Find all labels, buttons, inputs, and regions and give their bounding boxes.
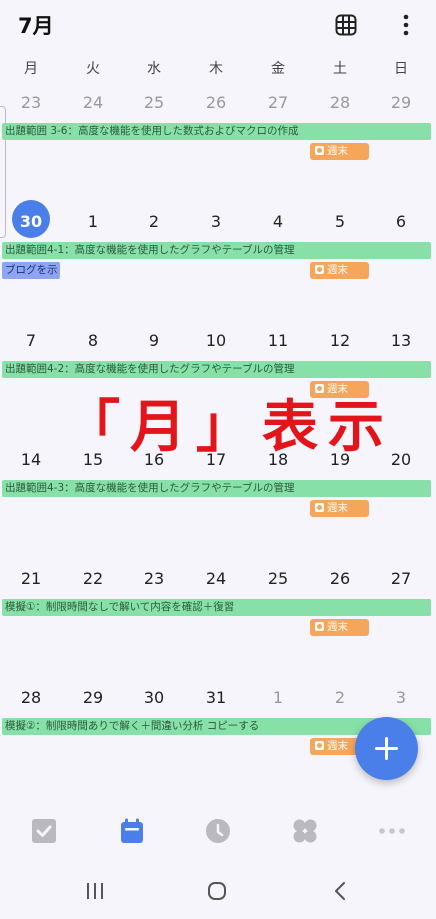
day-cell[interactable]: 2: [320, 686, 360, 710]
day-cell[interactable]: 29: [381, 91, 421, 115]
add-event-button[interactable]: [355, 717, 418, 780]
weekday-label: 火: [86, 61, 100, 77]
day-cell[interactable]: 6: [381, 210, 421, 234]
task-checkbox-icon[interactable]: [30, 817, 58, 845]
event-icon: [315, 741, 324, 750]
day-cell[interactable]: 3: [381, 686, 421, 710]
day-cell[interactable]: 28: [11, 686, 51, 710]
day-cell[interactable]: 25: [134, 91, 174, 115]
event-icon: [315, 622, 324, 631]
week-row: 30 1 2 3 4 5 6 出題範囲4-1：高度な機能を使用したグラフやテーブ…: [0, 200, 436, 329]
day-cell[interactable]: 3: [196, 210, 236, 234]
day-cell[interactable]: 30: [134, 686, 174, 710]
event-bar[interactable]: 出題範囲 3-6：高度な機能を使用した数式およびマクロの作成: [2, 123, 431, 140]
blog-event-chip[interactable]: ブログを示: [2, 262, 60, 279]
day-cell[interactable]: 13: [381, 329, 421, 353]
weekend-label: 週末: [327, 621, 348, 633]
day-cell[interactable]: 10: [196, 329, 236, 353]
apps-icon[interactable]: [291, 817, 319, 845]
day-cell[interactable]: 24: [73, 91, 113, 115]
bottom-tab-bar: [0, 805, 436, 857]
day-cell[interactable]: 21: [11, 567, 51, 591]
event-bar[interactable]: 出題範囲4-3：高度な機能を使用したグラフやテーブルの管理: [2, 480, 431, 497]
day-cell[interactable]: 26: [196, 91, 236, 115]
weekend-event-chip[interactable]: 週末: [310, 619, 369, 636]
weekday-label: 月: [24, 61, 38, 77]
event-bar[interactable]: 出題範囲4-2：高度な機能を使用したグラフやテーブルの管理: [2, 361, 431, 378]
weekend-event-chip[interactable]: 週末: [310, 262, 369, 279]
event-bar[interactable]: 出題範囲4-1：高度な機能を使用したグラフやテーブルの管理: [2, 242, 431, 259]
clock-icon[interactable]: [204, 817, 232, 845]
weekday-label: 水: [147, 61, 161, 77]
day-cell[interactable]: 23: [11, 91, 51, 115]
day-cell[interactable]: 25: [258, 567, 298, 591]
weekday-label: 金: [271, 61, 285, 77]
system-nav-bar: [0, 862, 436, 919]
day-cell[interactable]: 1: [258, 686, 298, 710]
weekend-event-chip[interactable]: 週末: [310, 500, 369, 517]
weekend-label: 週末: [327, 264, 348, 276]
day-cell[interactable]: 31: [196, 686, 236, 710]
home-icon[interactable]: [206, 880, 228, 902]
week-row: 21 22 23 24 25 26 27 模擬①：制限時間なしで解いて内容を確認…: [0, 567, 436, 686]
weekday-label: 木: [209, 61, 223, 77]
day-cell[interactable]: 29: [73, 686, 113, 710]
weekend-label: 週末: [327, 740, 348, 752]
day-cell-today[interactable]: 30: [11, 210, 51, 234]
weekday-label: 土: [333, 61, 347, 77]
day-cell[interactable]: 5: [320, 210, 360, 234]
day-cell[interactable]: 22: [73, 567, 113, 591]
more-vertical-icon[interactable]: [396, 12, 416, 38]
day-cell[interactable]: 27: [258, 91, 298, 115]
week-row: 23 24 25 26 27 28 29 出題範囲 3-6：高度な機能を使用した…: [0, 91, 436, 210]
recent-apps-icon[interactable]: [84, 880, 106, 902]
event-bar[interactable]: 模擬①：制限時間なしで解いて内容を確認＋復習: [2, 599, 431, 616]
day-cell[interactable]: 7: [11, 329, 51, 353]
day-cell[interactable]: 4: [258, 210, 298, 234]
day-cell[interactable]: 27: [381, 567, 421, 591]
event-icon: [315, 265, 324, 274]
month-view-annotation: 「月」表示: [64, 395, 394, 460]
day-cell[interactable]: 14: [11, 448, 51, 472]
calendar-grid-icon[interactable]: [335, 14, 357, 36]
day-cell[interactable]: 11: [258, 329, 298, 353]
weekend-label: 週末: [327, 502, 348, 514]
weekend-event-chip[interactable]: 週末: [310, 143, 369, 160]
day-cell[interactable]: 1: [73, 210, 113, 234]
month-title[interactable]: 7月: [18, 10, 54, 40]
header: 7月: [0, 0, 436, 50]
day-cell[interactable]: 26: [320, 567, 360, 591]
weekday-label: 日: [394, 61, 408, 77]
day-cell[interactable]: 12: [320, 329, 360, 353]
day-cell[interactable]: 24: [196, 567, 236, 591]
day-cell[interactable]: 9: [134, 329, 174, 353]
day-cell[interactable]: 8: [73, 329, 113, 353]
more-horizontal-icon[interactable]: [378, 817, 406, 845]
weekend-label: 週末: [327, 145, 348, 157]
day-cell[interactable]: 28: [320, 91, 360, 115]
back-icon[interactable]: [330, 880, 352, 902]
calendar-icon[interactable]: [118, 817, 146, 845]
event-icon: [315, 146, 324, 155]
day-cell[interactable]: 2: [134, 210, 174, 234]
weekday-header: 月 火 水 木 金 土 日: [0, 58, 436, 80]
day-cell[interactable]: 23: [134, 567, 174, 591]
event-icon: [315, 503, 324, 512]
